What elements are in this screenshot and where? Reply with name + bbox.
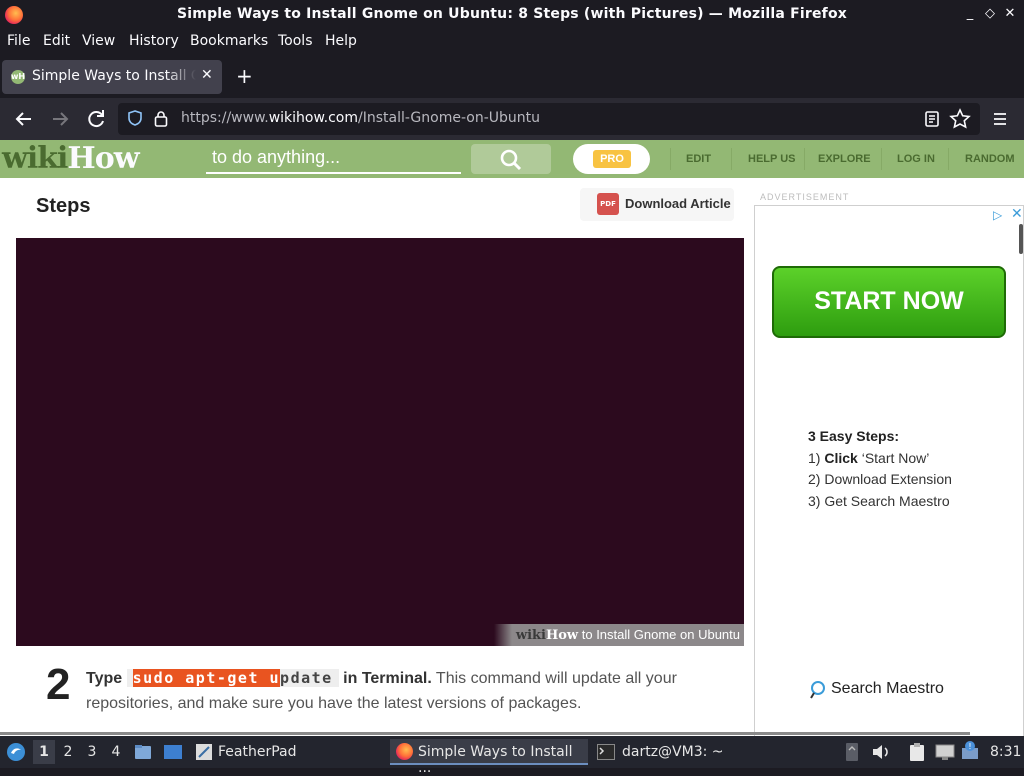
menu-edit[interactable]: Edit [43, 33, 70, 49]
workspace-3[interactable]: 3 [81, 740, 103, 764]
close-window-button[interactable]: ✕ [1002, 5, 1018, 23]
volume-icon[interactable] [871, 743, 891, 761]
featherpad-icon [196, 744, 212, 760]
ad-scrollbar[interactable] [1019, 224, 1023, 254]
nav-divider [670, 148, 671, 170]
svg-text:!: ! [968, 742, 971, 751]
tab-close-button[interactable]: ✕ [201, 67, 213, 83]
taskbar-featherpad[interactable]: FeatherPad [192, 739, 302, 765]
article-content: Steps PDF Download Article wikiHow to In… [16, 178, 744, 736]
nav-divider [731, 148, 732, 170]
network-icon[interactable] [934, 742, 956, 762]
wikihow-header: wikiHow PRO EDIT HELP US EXPLORE LOG IN … [0, 140, 1024, 178]
wikihow-search-button[interactable] [471, 144, 551, 174]
command-code: sudo apt-get update [126, 669, 339, 687]
start-menu-icon[interactable] [6, 742, 26, 762]
firefox-task-icon [396, 743, 413, 760]
maximize-button[interactable]: ◇ [982, 5, 998, 23]
wikihow-nav-edit[interactable]: EDIT [686, 153, 711, 165]
workspace-1[interactable]: 1 [33, 740, 55, 764]
ad-steps-list: 3 Easy Steps: 1) Click ‘Start Now’ 2) Do… [808, 428, 952, 509]
menu-view[interactable]: View [82, 33, 115, 49]
pdf-icon: PDF [597, 193, 619, 215]
menu-file[interactable]: File [7, 33, 30, 49]
nav-divider [804, 148, 805, 170]
clock[interactable]: 8:31 [990, 744, 1021, 760]
navigation-toolbar: https://www.wikihow.com/Install-Gnome-on… [0, 98, 1024, 140]
step-description: Type sudo apt-get update in Terminal. Th… [86, 669, 677, 712]
menu-bookmarks[interactable]: Bookmarks [190, 33, 268, 49]
step-number: 2 [46, 660, 71, 709]
wikihow-pro-button[interactable]: PRO [573, 144, 650, 174]
start-now-button[interactable]: START NOW [772, 266, 1006, 338]
wikihow-search-input[interactable] [206, 144, 467, 170]
download-article-button[interactable]: PDF Download Article [580, 188, 734, 221]
web-page: wikiHow PRO EDIT HELP US EXPLORE LOG IN … [0, 140, 1024, 736]
url-bar[interactable]: https://www.wikihow.com/Install-Gnome-on… [118, 103, 980, 135]
step-video[interactable]: wikiHow to Install Gnome on Ubuntu [16, 238, 744, 646]
menu-help[interactable]: Help [325, 33, 357, 49]
workspace-4[interactable]: 4 [105, 740, 127, 764]
tracking-protection-shield-icon[interactable] [128, 110, 142, 126]
pro-badge: PRO [593, 150, 631, 168]
ad-close-icon[interactable]: ✕ [1011, 206, 1023, 222]
reader-view-icon [925, 111, 939, 127]
clipboard-icon[interactable] [907, 742, 927, 762]
notification-icon[interactable]: ! [960, 740, 982, 762]
show-desktop-icon[interactable] [163, 743, 183, 761]
tab-wikihow[interactable]: wH Simple Ways to Install Gnome on Ubunt… [2, 60, 222, 94]
file-manager-icon[interactable] [134, 743, 152, 761]
wikihow-search-box [206, 144, 467, 174]
wikihow-nav-log-in[interactable]: LOG IN [897, 153, 935, 165]
selected-text-highlight: sudo apt-get u [132, 669, 281, 687]
wikihow-watermark: wikiHow to Install Gnome on Ubuntu [493, 624, 744, 646]
advertisement-label: ADVERTISEMENT [760, 192, 850, 202]
minimize-button[interactable]: _ [962, 5, 978, 23]
removable-drive-icon[interactable] [845, 742, 859, 762]
window-titlebar: Simple Ways to Install Gnome on Ubuntu: … [0, 0, 1024, 30]
back-button[interactable] [12, 107, 36, 131]
workspace-2[interactable]: 2 [57, 740, 79, 764]
reload-button[interactable] [84, 107, 108, 131]
menu-tools[interactable]: Tools [278, 33, 313, 49]
horizontal-scrollbar[interactable] [0, 732, 970, 735]
reader-view-button[interactable] [920, 107, 944, 131]
adchoices-icon[interactable]: ▷ [993, 208, 1002, 222]
back-arrow-icon [15, 112, 31, 126]
nav-divider [881, 148, 882, 170]
hamburger-menu-icon [994, 113, 1006, 125]
star-icon [949, 108, 971, 129]
new-tab-button[interactable]: + [236, 66, 253, 86]
wikihow-nav-explore[interactable]: EXPLORE [818, 153, 871, 165]
bookmark-star-button[interactable] [948, 107, 972, 131]
taskbar: 1 2 3 4 FeatherPad Simple Ways to Instal… [0, 736, 1024, 776]
wikihow-favicon-icon: wH [11, 70, 25, 84]
menu-history[interactable]: History [129, 33, 179, 49]
taskbar-firefox[interactable]: Simple Ways to Install ... [390, 739, 588, 776]
download-article-label: Download Article [625, 196, 731, 211]
search-maestro-logo-icon [810, 681, 825, 699]
app-menu-button[interactable] [988, 107, 1012, 131]
reload-icon [88, 110, 104, 128]
tab-bar: wH Simple Ways to Install Gnome on Ubunt… [0, 56, 1024, 98]
wikihow-logo[interactable]: wikiHow [2, 141, 140, 176]
menu-bar: File Edit View History Bookmarks Tools H… [0, 30, 1024, 54]
forward-button[interactable] [48, 107, 72, 131]
advertisement-panel[interactable]: ▷ ✕ START NOW 3 Easy Steps: 1) Click ‘St… [754, 205, 1024, 736]
window-title: Simple Ways to Install Gnome on Ubuntu: … [177, 6, 847, 22]
steps-heading: Steps [36, 195, 91, 217]
wikihow-nav-random[interactable]: RANDOM [965, 153, 1015, 165]
search-icon [500, 149, 522, 171]
nav-divider [948, 148, 949, 170]
lock-icon[interactable] [154, 110, 168, 127]
terminal-icon [597, 744, 615, 760]
taskbar-terminal[interactable]: dartz@VM3: ~ [594, 739, 724, 765]
wikihow-nav-help-us[interactable]: HELP US [748, 153, 795, 165]
tab-title: Simple Ways to Install Gnome on Ubuntu [32, 68, 196, 84]
url-text: https://www.wikihow.com/Install-Gnome-on… [181, 110, 541, 126]
forward-arrow-icon [53, 112, 69, 126]
